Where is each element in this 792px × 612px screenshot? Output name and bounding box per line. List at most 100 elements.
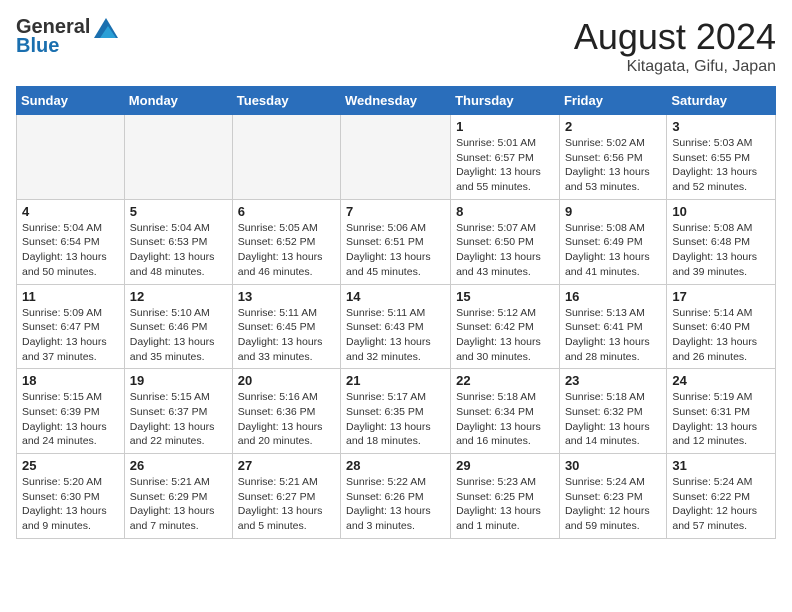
day-number: 30 <box>565 458 661 473</box>
day-info: Sunrise: 5:15 AMSunset: 6:37 PMDaylight:… <box>130 390 227 449</box>
day-info: Sunrise: 5:13 AMSunset: 6:41 PMDaylight:… <box>565 306 661 365</box>
calendar-cell <box>17 115 125 200</box>
calendar-cell: 24 Sunrise: 5:19 AMSunset: 6:31 PMDayligh… <box>667 369 776 454</box>
calendar-cell: 9Sunrise: 5:08 AMSunset: 6:49 PMDaylight… <box>559 199 666 284</box>
calendar-cell: 30 Sunrise: 5:24 AMSunset: 6:23 PMDayligh… <box>559 454 666 539</box>
calendar-week-row: 18 Sunrise: 5:15 AMSunset: 6:39 PMDayligh… <box>17 369 776 454</box>
calendar-cell: 31 Sunrise: 5:24 AMSunset: 6:22 PMDayligh… <box>667 454 776 539</box>
calendar-cell <box>341 115 451 200</box>
calendar-cell: 4 Sunrise: 5:04 AMSunset: 6:54 PMDaylight… <box>17 199 125 284</box>
day-info: Sunrise: 5:04 AMSunset: 6:53 PMDaylight:… <box>130 221 227 280</box>
day-info: Sunrise: 5:03 AMSunset: 6:55 PMDaylight:… <box>672 136 770 195</box>
day-info: Sunrise: 5:10 AMSunset: 6:46 PMDaylight:… <box>130 306 227 365</box>
day-info: Sunrise: 5:11 AMSunset: 6:43 PMDaylight:… <box>346 306 445 365</box>
day-number: 15 <box>456 289 554 304</box>
calendar-week-row: 25 Sunrise: 5:20 AMSunset: 6:30 PMDayligh… <box>17 454 776 539</box>
day-number: 18 <box>22 373 119 388</box>
day-info: Sunrise: 5:04 AMSunset: 6:54 PMDaylight:… <box>22 221 119 280</box>
day-number: 4 <box>22 204 119 219</box>
calendar-cell: 21 Sunrise: 5:17 AMSunset: 6:35 PMDayligh… <box>341 369 451 454</box>
day-number: 20 <box>238 373 335 388</box>
day-number: 25 <box>22 458 119 473</box>
calendar-cell: 26 Sunrise: 5:21 AMSunset: 6:29 PMDayligh… <box>124 454 232 539</box>
logo: General Blue <box>16 16 118 58</box>
day-number: 14 <box>346 289 445 304</box>
calendar-cell: 14 Sunrise: 5:11 AMSunset: 6:43 PMDayligh… <box>341 284 451 369</box>
day-info: Sunrise: 5:06 AMSunset: 6:51 PMDaylight:… <box>346 221 445 280</box>
calendar-cell: 7 Sunrise: 5:06 AMSunset: 6:51 PMDaylight… <box>341 199 451 284</box>
calendar-header-monday: Monday <box>124 87 232 115</box>
day-info: Sunrise: 5:08 AMSunset: 6:49 PMDaylight:… <box>565 221 661 280</box>
calendar-cell: 20Sunrise: 5:16 AMSunset: 6:36 PMDayligh… <box>232 369 340 454</box>
calendar-cell: 16 Sunrise: 5:13 AMSunset: 6:41 PMDayligh… <box>559 284 666 369</box>
day-number: 26 <box>130 458 227 473</box>
calendar-cell: 8Sunrise: 5:07 AMSunset: 6:50 PMDaylight… <box>451 199 560 284</box>
calendar-cell: 11 Sunrise: 5:09 AMSunset: 6:47 PMDayligh… <box>17 284 125 369</box>
day-info: Sunrise: 5:24 AMSunset: 6:23 PMDaylight:… <box>565 475 661 534</box>
day-number: 29 <box>456 458 554 473</box>
day-number: 13 <box>238 289 335 304</box>
day-info: Sunrise: 5:20 AMSunset: 6:30 PMDaylight:… <box>22 475 119 534</box>
day-info: Sunrise: 5:09 AMSunset: 6:47 PMDaylight:… <box>22 306 119 365</box>
day-number: 19 <box>130 373 227 388</box>
calendar-cell: 2Sunrise: 5:02 AMSunset: 6:56 PMDaylight… <box>559 115 666 200</box>
day-number: 28 <box>346 458 445 473</box>
day-info: Sunrise: 5:18 AMSunset: 6:32 PMDaylight:… <box>565 390 661 449</box>
calendar-header-row: SundayMondayTuesdayWednesdayThursdayFrid… <box>17 87 776 115</box>
calendar-cell: 29Sunrise: 5:23 AMSunset: 6:25 PMDayligh… <box>451 454 560 539</box>
calendar-cell: 19 Sunrise: 5:15 AMSunset: 6:37 PMDayligh… <box>124 369 232 454</box>
calendar-cell: 1 Sunrise: 5:01 AMSunset: 6:57 PMDaylight… <box>451 115 560 200</box>
logo-blue-text: Blue <box>16 35 59 58</box>
day-info: Sunrise: 5:21 AMSunset: 6:29 PMDaylight:… <box>130 475 227 534</box>
day-number: 16 <box>565 289 661 304</box>
calendar-cell: 18 Sunrise: 5:15 AMSunset: 6:39 PMDayligh… <box>17 369 125 454</box>
day-info: Sunrise: 5:08 AMSunset: 6:48 PMDaylight:… <box>672 221 770 280</box>
calendar-cell: 12Sunrise: 5:10 AMSunset: 6:46 PMDayligh… <box>124 284 232 369</box>
day-number: 27 <box>238 458 335 473</box>
day-info: Sunrise: 5:17 AMSunset: 6:35 PMDaylight:… <box>346 390 445 449</box>
calendar-header-friday: Friday <box>559 87 666 115</box>
calendar-cell: 6 Sunrise: 5:05 AMSunset: 6:52 PMDaylight… <box>232 199 340 284</box>
day-number: 3 <box>672 119 770 134</box>
calendar-cell: 25 Sunrise: 5:20 AMSunset: 6:30 PMDayligh… <box>17 454 125 539</box>
day-number: 22 <box>456 373 554 388</box>
day-info: Sunrise: 5:19 AMSunset: 6:31 PMDaylight:… <box>672 390 770 449</box>
calendar-cell <box>124 115 232 200</box>
day-info: Sunrise: 5:11 AMSunset: 6:45 PMDaylight:… <box>238 306 335 365</box>
calendar-header-thursday: Thursday <box>451 87 560 115</box>
calendar-cell: 15Sunrise: 5:12 AMSunset: 6:42 PMDayligh… <box>451 284 560 369</box>
day-info: Sunrise: 5:14 AMSunset: 6:40 PMDaylight:… <box>672 306 770 365</box>
day-info: Sunrise: 5:21 AMSunset: 6:27 PMDaylight:… <box>238 475 335 534</box>
calendar-cell <box>232 115 340 200</box>
day-info: Sunrise: 5:05 AMSunset: 6:52 PMDaylight:… <box>238 221 335 280</box>
day-number: 8 <box>456 204 554 219</box>
day-number: 7 <box>346 204 445 219</box>
day-info: Sunrise: 5:18 AMSunset: 6:34 PMDaylight:… <box>456 390 554 449</box>
day-number: 6 <box>238 204 335 219</box>
day-number: 24 <box>672 373 770 388</box>
location-title: Kitagata, Gifu, Japan <box>574 58 776 76</box>
day-number: 2 <box>565 119 661 134</box>
calendar-week-row: 4 Sunrise: 5:04 AMSunset: 6:54 PMDaylight… <box>17 199 776 284</box>
month-title: August 2024 <box>574 16 776 58</box>
day-info: Sunrise: 5:01 AMSunset: 6:57 PMDaylight:… <box>456 136 554 195</box>
day-number: 21 <box>346 373 445 388</box>
day-number: 31 <box>672 458 770 473</box>
calendar-header-tuesday: Tuesday <box>232 87 340 115</box>
calendar-header-wednesday: Wednesday <box>341 87 451 115</box>
calendar-week-row: 11 Sunrise: 5:09 AMSunset: 6:47 PMDayligh… <box>17 284 776 369</box>
day-info: Sunrise: 5:22 AMSunset: 6:26 PMDaylight:… <box>346 475 445 534</box>
logo-icon <box>94 18 118 38</box>
calendar-cell: 3 Sunrise: 5:03 AMSunset: 6:55 PMDaylight… <box>667 115 776 200</box>
day-number: 1 <box>456 119 554 134</box>
day-info: Sunrise: 5:15 AMSunset: 6:39 PMDaylight:… <box>22 390 119 449</box>
calendar-cell: 27 Sunrise: 5:21 AMSunset: 6:27 PMDayligh… <box>232 454 340 539</box>
calendar-cell: 17Sunrise: 5:14 AMSunset: 6:40 PMDayligh… <box>667 284 776 369</box>
calendar-week-row: 1 Sunrise: 5:01 AMSunset: 6:57 PMDaylight… <box>17 115 776 200</box>
day-number: 11 <box>22 289 119 304</box>
calendar-header-sunday: Sunday <box>17 87 125 115</box>
title-block: August 2024 Kitagata, Gifu, Japan <box>574 16 776 76</box>
calendar-cell: 28 Sunrise: 5:22 AMSunset: 6:26 PMDayligh… <box>341 454 451 539</box>
day-info: Sunrise: 5:24 AMSunset: 6:22 PMDaylight:… <box>672 475 770 534</box>
day-number: 10 <box>672 204 770 219</box>
